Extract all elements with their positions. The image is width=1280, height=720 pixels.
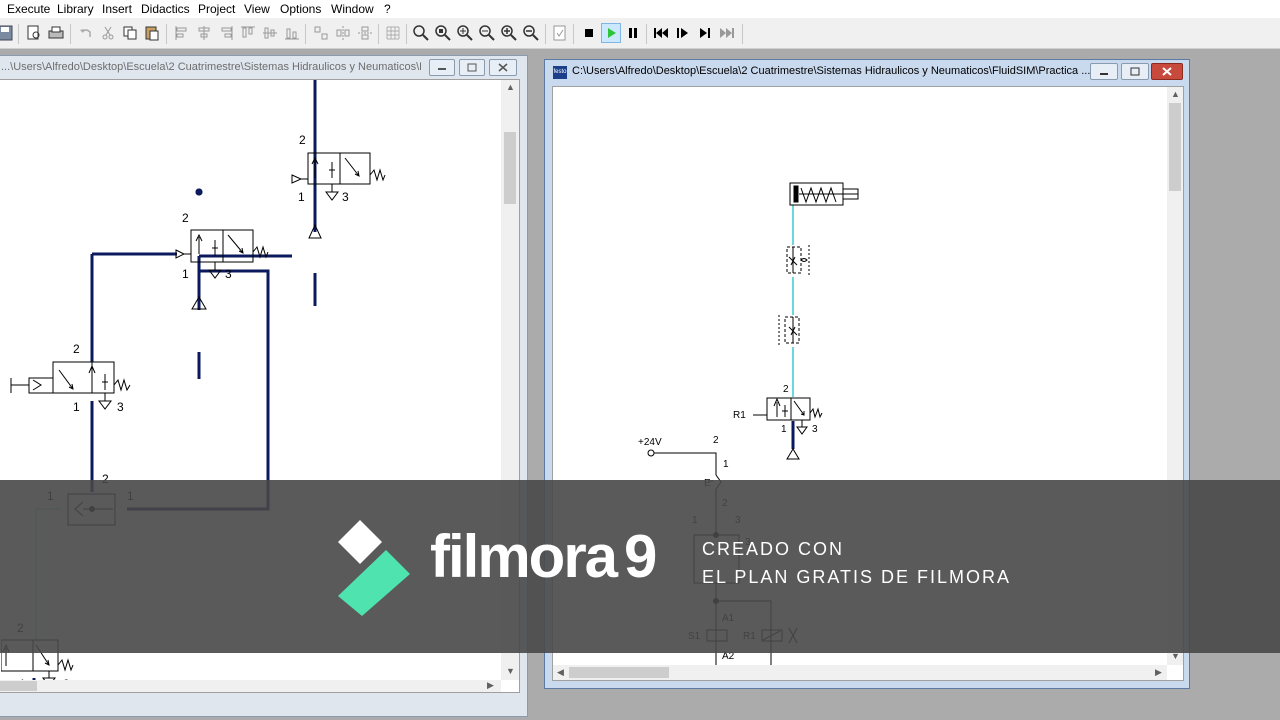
align-top-icon[interactable] <box>239 24 257 42</box>
align-right-icon[interactable] <box>217 24 235 42</box>
watermark-line-1: CREADO CON <box>702 539 845 559</box>
print-icon[interactable] <box>47 24 65 42</box>
right-maximize-button[interactable] <box>1121 63 1149 80</box>
v2-port-3: 3 <box>225 267 232 281</box>
v1-port-1: 1 <box>298 190 305 204</box>
mirror-horizontal-icon[interactable] <box>334 24 352 42</box>
switch-port-1: 1 <box>723 459 729 470</box>
undo-icon[interactable] <box>77 24 95 42</box>
menu-insert[interactable]: Insert <box>102 2 132 16</box>
single-step-icon[interactable] <box>674 24 692 42</box>
grid-icon[interactable] <box>384 24 402 42</box>
menu-didactics[interactable]: Didactics <box>141 2 190 16</box>
valve-port-1: 1 <box>781 424 787 435</box>
cut-icon[interactable] <box>99 24 117 42</box>
pause-icon[interactable] <box>624 24 642 42</box>
right-minimize-button[interactable] <box>1090 63 1118 80</box>
check-drawing-icon[interactable] <box>551 24 569 42</box>
v2-port-2: 2 <box>182 211 189 225</box>
left-maximize-button[interactable] <box>459 59 485 76</box>
left-hscroll-thumb[interactable] <box>0 681 37 691</box>
fast-forward-icon[interactable] <box>718 24 736 42</box>
left-horizontal-scrollbar[interactable]: ▶ <box>0 680 501 692</box>
zoom-previous-icon[interactable] <box>478 24 496 42</box>
reset-icon[interactable] <box>652 24 670 42</box>
valve-label-r1: R1 <box>733 410 746 421</box>
right-close-button[interactable] <box>1151 63 1183 80</box>
menu-bar: Execute Library Insert Didactics Project… <box>0 0 1280 18</box>
right-vscroll-thumb[interactable] <box>1169 103 1181 191</box>
valve-port-2: 2 <box>783 384 789 395</box>
valve-port-3: 3 <box>812 424 818 435</box>
zoom-original-icon[interactable] <box>412 24 430 42</box>
rotate-icon[interactable] <box>312 24 330 42</box>
right-horizontal-scrollbar[interactable]: ◀ ▶ <box>553 665 1167 680</box>
zoom-fit-icon[interactable] <box>434 24 452 42</box>
menu-library[interactable]: Library <box>57 2 94 16</box>
left-minimize-button[interactable] <box>429 59 455 76</box>
filmora-logo-icon <box>338 520 410 616</box>
valve1-right-box <box>339 152 371 185</box>
v3-port-3: 3 <box>117 400 124 414</box>
v3-port-1: 1 <box>73 400 80 414</box>
right-window-title: C:\Users\Alfredo\Desktop\Escuela\2 Cuatr… <box>572 65 1091 77</box>
align-middle-icon[interactable] <box>261 24 279 42</box>
zoom-window-icon[interactable] <box>456 24 474 42</box>
save-icon[interactable] <box>0 24 14 42</box>
valve1-left-box <box>307 152 341 185</box>
left-close-button[interactable] <box>489 59 517 76</box>
play-icon[interactable] <box>601 23 621 43</box>
left-vscroll-thumb[interactable] <box>504 132 516 204</box>
align-bottom-icon[interactable] <box>283 24 301 42</box>
copy-icon[interactable] <box>121 24 139 42</box>
menu-help[interactable]: ? <box>384 2 391 16</box>
toolbar <box>0 18 1280 49</box>
v1-port-2: 2 <box>299 133 306 147</box>
align-left-icon[interactable] <box>173 24 191 42</box>
filmora-brand-text: filmora 9 <box>430 523 657 590</box>
align-center-icon[interactable] <box>195 24 213 42</box>
v2-port-1: 1 <box>182 267 189 281</box>
watermark-line-2: EL PLAN GRATIS DE FILMORA <box>702 567 1012 587</box>
mirror-vertical-icon[interactable] <box>356 24 374 42</box>
supply-label: +24V <box>638 437 662 448</box>
zoom-out-icon[interactable] <box>522 24 540 42</box>
menu-execute[interactable]: Execute <box>7 2 50 16</box>
left-window-title: ...\Users\Alfredo\Desktop\Escuela\2 Cuat… <box>1 61 421 73</box>
v3-port-2: 2 <box>73 342 80 356</box>
festo-app-icon: festo <box>553 66 567 79</box>
right-hscroll-thumb[interactable] <box>569 667 669 678</box>
print-preview-icon[interactable] <box>25 24 43 42</box>
menu-options[interactable]: Options <box>280 2 321 16</box>
stop-icon[interactable] <box>580 24 598 42</box>
switch-port-2: 2 <box>713 435 719 446</box>
v1-port-3: 3 <box>342 190 349 204</box>
menu-project[interactable]: Project <box>198 2 235 16</box>
menu-window[interactable]: Window <box>331 2 374 16</box>
paste-icon[interactable] <box>143 24 161 42</box>
menu-view[interactable]: View <box>244 2 270 16</box>
zoom-in-icon[interactable] <box>500 24 518 42</box>
step-end-icon[interactable] <box>696 24 714 42</box>
